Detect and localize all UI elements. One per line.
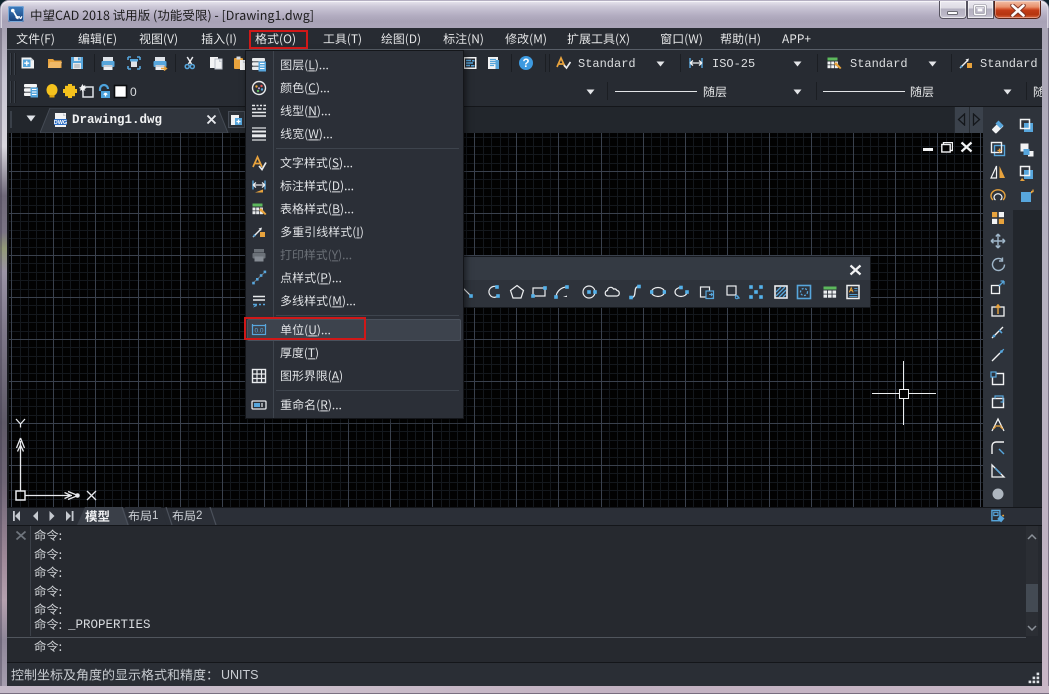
svg-text:DWG: DWG	[54, 120, 67, 126]
svg-text:?: ?	[522, 58, 529, 70]
